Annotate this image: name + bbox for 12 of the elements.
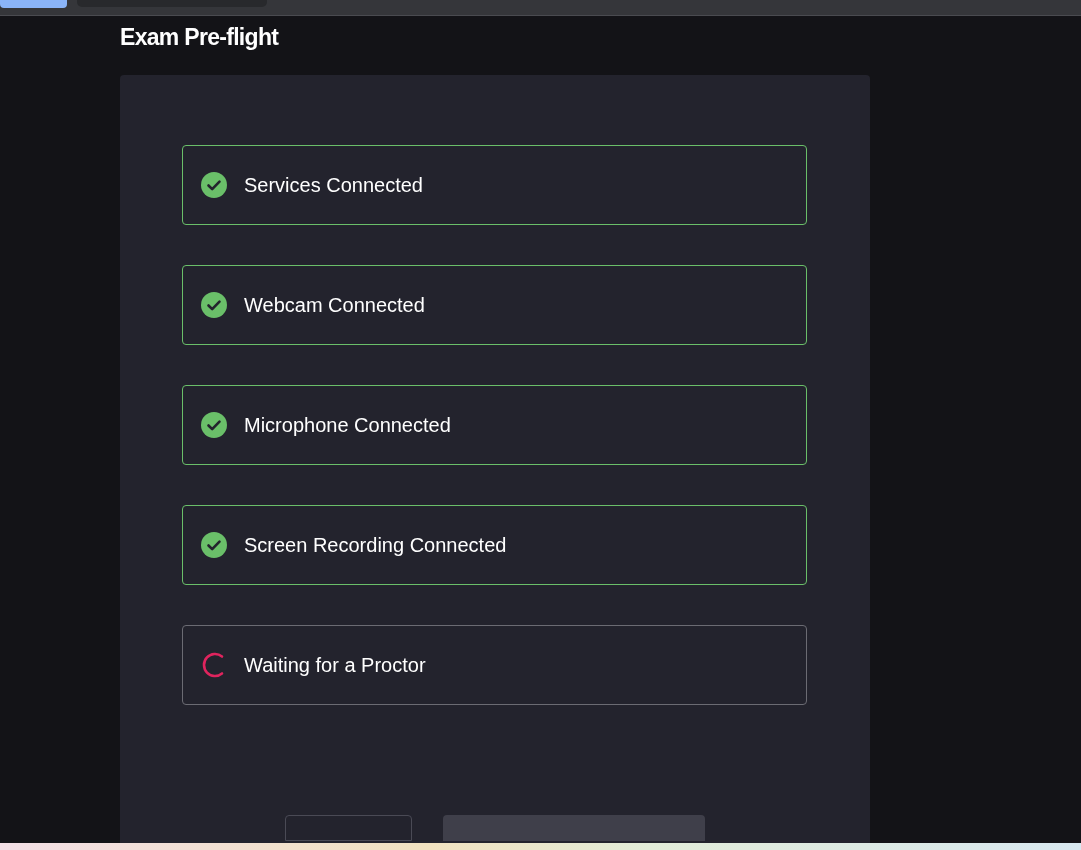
status-label: Services Connected [244,173,423,197]
status-label: Microphone Connected [244,413,451,437]
status-label: Webcam Connected [244,293,425,317]
cancel-button[interactable] [285,815,412,841]
status-label: Waiting for a Proctor [244,653,426,677]
status-label: Screen Recording Connected [244,533,507,557]
page-title: Exam Pre-flight [120,23,279,52]
browser-tab[interactable] [0,0,67,8]
check-circle-icon [201,292,227,318]
check-circle-icon [201,412,227,438]
check-circle-icon [201,172,227,198]
check-circle-icon [201,532,227,558]
